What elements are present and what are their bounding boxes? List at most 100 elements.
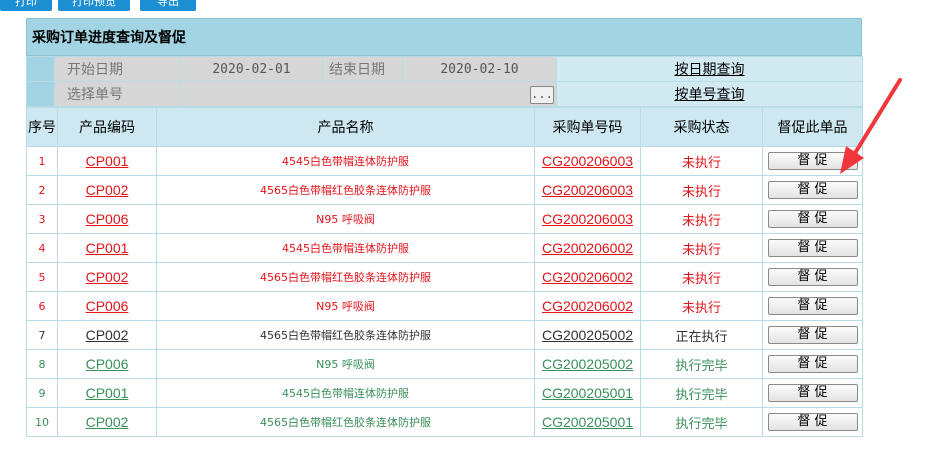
table-row: 10 CP002 4565白色带帽红色胶条连体防护服 CG200205001 执行完毕督…: [26, 407, 863, 437]
order-number-link[interactable]: CG200206003: [542, 153, 633, 169]
order-status: 未执行: [640, 204, 763, 234]
order-number-link[interactable]: CG200205001: [542, 385, 633, 401]
urge-cell: 督 促: [762, 378, 863, 408]
product-code-cell: CP001: [57, 378, 157, 408]
urge-button[interactable]: 督 促: [767, 152, 858, 170]
order-number-cell: CG200205001: [534, 378, 641, 408]
product-code-link[interactable]: CP006: [86, 356, 129, 372]
row-number: 8: [26, 349, 58, 379]
row-marker: [26, 56, 55, 82]
order-query-link[interactable]: 按单号查询: [675, 87, 745, 103]
row-number: 3: [26, 204, 58, 234]
print-button[interactable]: 打印: [0, 0, 52, 11]
date-query-cell: 按日期查询: [556, 56, 863, 82]
urge-cell: 督 促: [762, 233, 863, 263]
row-number: 7: [26, 320, 58, 350]
row-number: 2: [26, 175, 58, 205]
order-number-cell: CG200206002: [534, 233, 641, 263]
row-number: 9: [26, 378, 58, 408]
urge-button[interactable]: 督 促: [767, 181, 858, 199]
product-code-link[interactable]: CP006: [86, 298, 129, 314]
panel-title: 采购订单进度查询及督促: [26, 18, 862, 56]
print-preview-button[interactable]: 打印预览: [58, 0, 130, 11]
urge-button[interactable]: 督 促: [767, 210, 858, 228]
table-row: 5 CP002 4565白色带帽红色胶条连体防护服 CG200206002 未执行督 促: [26, 262, 863, 292]
order-number-link[interactable]: CG200206003: [542, 182, 633, 198]
col-header-no: 序号: [26, 107, 58, 147]
urge-cell: 督 促: [762, 407, 863, 437]
product-code-cell: CP002: [57, 320, 157, 350]
urge-button[interactable]: 督 促: [767, 268, 858, 286]
date-query-link[interactable]: 按日期查询: [675, 62, 745, 78]
order-status: 未执行: [640, 175, 763, 205]
urge-cell: 督 促: [762, 262, 863, 292]
product-code-link[interactable]: CP002: [86, 414, 129, 430]
urge-button[interactable]: 督 促: [767, 297, 858, 315]
product-name: N95 呼吸阀: [156, 349, 535, 379]
product-name: 4565白色带帽红色胶条连体防护服: [156, 262, 535, 292]
urge-button[interactable]: 督 促: [767, 355, 858, 373]
urge-cell: 督 促: [762, 320, 863, 350]
urge-cell: 督 促: [762, 175, 863, 205]
order-status: 未执行: [640, 233, 763, 263]
product-code-link[interactable]: CP006: [86, 211, 129, 227]
order-table: 序号 产品编码 产品名称 采购单号码 采购状态 督促此单品 1 CP001 4545…: [26, 107, 863, 437]
product-code-cell: CP002: [57, 407, 157, 437]
row-number: 6: [26, 291, 58, 321]
urge-button[interactable]: 督 促: [767, 326, 858, 344]
product-name: N95 呼吸阀: [156, 291, 535, 321]
order-number-cell: CG200206003: [534, 146, 641, 176]
table-row: 2 CP002 4565白色带帽红色胶条连体防护服 CG200206003 未执行督 促: [26, 175, 863, 205]
urge-cell: 督 促: [762, 146, 863, 176]
order-number-cell: CG200205001: [534, 407, 641, 437]
export-button[interactable]: 导出: [140, 0, 196, 11]
product-code-link[interactable]: CP002: [86, 182, 129, 198]
order-number-link[interactable]: CG200206002: [542, 298, 633, 314]
order-number-link[interactable]: CG200205001: [542, 414, 633, 430]
order-number-input[interactable]: ...: [180, 81, 557, 107]
order-number-link[interactable]: CG200205002: [542, 356, 633, 372]
table-row: 8 CP006 N95 呼吸阀 CG200205002 执行完毕督 促: [26, 349, 863, 379]
product-name: 4545白色带帽连体防护服: [156, 146, 535, 176]
col-header-name: 产品名称: [156, 107, 535, 147]
start-date-input[interactable]: 2020-02-01: [180, 56, 323, 82]
product-code-link[interactable]: CP001: [86, 153, 129, 169]
col-header-status: 采购状态: [640, 107, 763, 147]
order-number-link[interactable]: CG200206002: [542, 269, 633, 285]
product-code-link[interactable]: CP001: [86, 240, 129, 256]
order-number-link[interactable]: CG200206002: [542, 240, 633, 256]
product-code-cell: CP002: [57, 262, 157, 292]
end-date-input[interactable]: 2020-02-10: [402, 56, 557, 82]
urge-cell: 督 促: [762, 291, 863, 321]
table-row: 3 CP006 N95 呼吸阀 CG200206003 未执行督 促: [26, 204, 863, 234]
row-number: 5: [26, 262, 58, 292]
table-header-row: 序号 产品编码 产品名称 采购单号码 采购状态 督促此单品: [26, 107, 863, 147]
product-code-cell: CP006: [57, 291, 157, 321]
start-date-label: 开始日期: [54, 56, 181, 82]
order-status: 执行完毕: [640, 378, 763, 408]
col-header-urge: 督促此单品: [762, 107, 863, 147]
product-code-link[interactable]: CP001: [86, 385, 129, 401]
col-header-code: 产品编码: [57, 107, 157, 147]
urge-button[interactable]: 督 促: [767, 413, 858, 431]
product-code-link[interactable]: CP002: [86, 269, 129, 285]
product-name: 4545白色带帽连体防护服: [156, 378, 535, 408]
table-row: 4 CP001 4545白色带帽连体防护服 CG200206002 未执行督 促: [26, 233, 863, 263]
urge-cell: 督 促: [762, 204, 863, 234]
row-number: 1: [26, 146, 58, 176]
order-number-link[interactable]: CG200205002: [542, 327, 633, 343]
order-number-label: 选择单号: [54, 81, 181, 107]
order-query-cell: 按单号查询: [556, 81, 863, 107]
product-name: 4565白色带帽红色胶条连体防护服: [156, 320, 535, 350]
pick-order-button[interactable]: ...: [530, 86, 554, 104]
order-number-link[interactable]: CG200206003: [542, 211, 633, 227]
row-marker: [26, 81, 55, 107]
product-name: N95 呼吸阀: [156, 204, 535, 234]
search-form: 开始日期 2020-02-01 结束日期 2020-02-10 按日期查询 选择…: [26, 56, 863, 107]
product-code-link[interactable]: CP002: [86, 327, 129, 343]
urge-button[interactable]: 督 促: [767, 384, 858, 402]
product-code-cell: CP001: [57, 233, 157, 263]
order-status: 未执行: [640, 262, 763, 292]
urge-button[interactable]: 督 促: [767, 239, 858, 257]
order-status: 执行完毕: [640, 407, 763, 437]
